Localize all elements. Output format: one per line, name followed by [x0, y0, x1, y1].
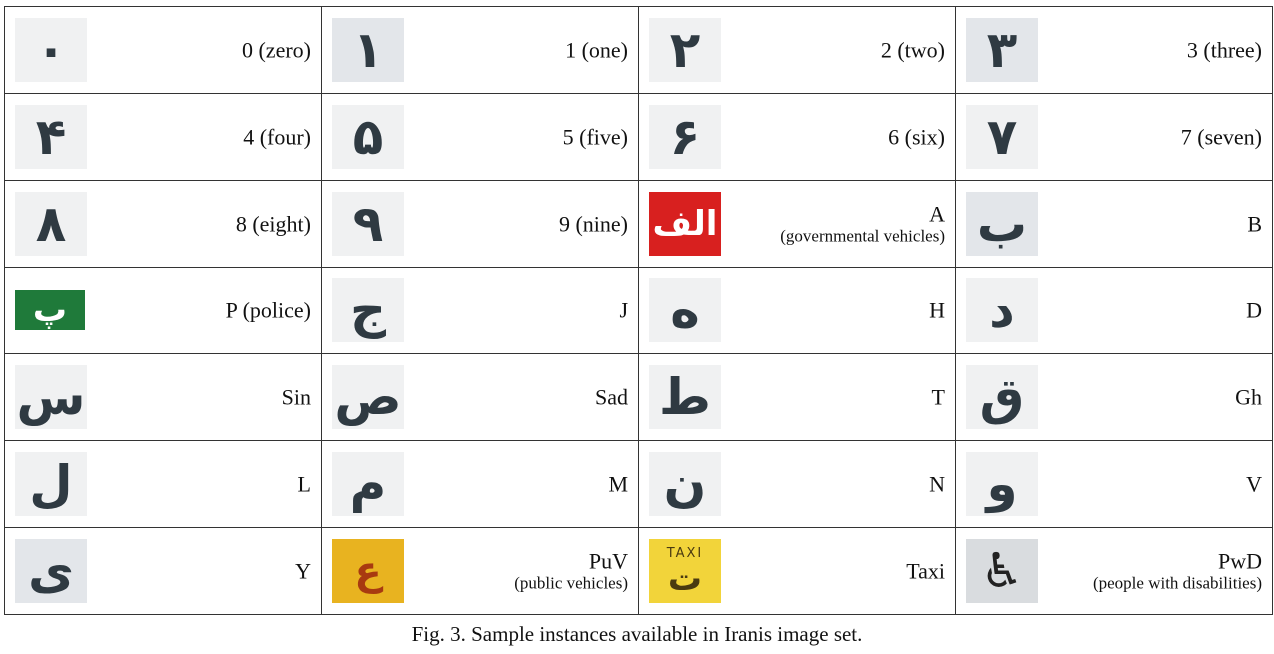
glyph-seven-image: ٧ — [966, 104, 1038, 169]
label-a-sub: (governmental vehicles) — [780, 226, 945, 246]
table-row: لL مM نN وV — [4, 440, 1273, 529]
table-row: پP (police) جJ هH دD — [4, 266, 1273, 355]
cell-a: الف A (governmental vehicles) — [638, 179, 956, 268]
label-p: P (police) — [225, 297, 311, 323]
cell-sin: س Sin — [4, 353, 322, 442]
glyph-four-image: ۴ — [15, 104, 87, 169]
table-row: ٨ 8 (eight) ٩ 9 (nine) الف A (governmental v… — [4, 179, 1273, 268]
cell-l: لL — [4, 440, 322, 529]
label-two: 2 (two) — [880, 37, 945, 63]
cell-y: یY — [4, 527, 322, 615]
cell-six: ۶ 6 (six) — [638, 92, 956, 181]
glyph-a-image: الف — [649, 191, 721, 256]
glyph-p-image: پ — [15, 290, 85, 331]
cell-three: ٣ 3 (three) — [955, 6, 1273, 94]
glyph-one-image: ١ — [332, 17, 404, 82]
label-n: N — [929, 471, 945, 497]
label-zero: 0 (zero) — [241, 37, 311, 63]
cell-v: وV — [955, 440, 1273, 529]
cell-d: دD — [955, 266, 1273, 355]
glyph-v-image: و — [966, 452, 1038, 517]
glyph-d-image: د — [966, 278, 1038, 343]
glyph-taxi-image: TAXI ت — [649, 539, 721, 604]
cell-one: ١ 1 (one) — [321, 6, 639, 94]
cell-h: هH — [638, 266, 956, 355]
cell-seven: ٧ 7 (seven) — [955, 92, 1273, 181]
glyph-m-image: م — [332, 452, 404, 517]
label-nine: 9 (nine) — [558, 210, 628, 236]
cell-m: مM — [321, 440, 639, 529]
cell-zero: ٠ 0 (zero) — [4, 6, 322, 94]
taxi-sign-text: TAXI — [666, 545, 704, 561]
glyph-y-image: ی — [15, 539, 87, 604]
glyph-j-image: ج — [332, 278, 404, 343]
cell-p: پ P (police) — [4, 266, 322, 355]
cell-two: ٢ 2 (two) — [638, 6, 956, 94]
figure-caption: Fig. 3. Sample instances available in Ir… — [411, 622, 863, 646]
label-b: B — [1247, 210, 1262, 236]
label-taxi: Taxi — [906, 558, 945, 584]
label-a: A — [929, 201, 945, 227]
glyph-five-image: ۵ — [332, 104, 404, 169]
glyph-gh-image: ق — [966, 365, 1038, 430]
label-sad: Sad — [595, 384, 628, 410]
glyph-six-image: ۶ — [649, 104, 721, 169]
cell-t: طT — [638, 353, 956, 442]
label-puv-sub: (public vehicles) — [514, 573, 628, 593]
glyph-sin-image: س — [15, 365, 87, 430]
glyph-h-image: ه — [649, 278, 721, 343]
cell-sad: ص Sad — [321, 353, 639, 442]
wheelchair-icon: ♿ — [966, 539, 1038, 604]
label-h: H — [929, 297, 945, 323]
cell-five: ۵ 5 (five) — [321, 92, 639, 181]
glyph-zero-image: ٠ — [15, 17, 87, 82]
label-eight: 8 (eight) — [235, 210, 311, 236]
label-gh: Gh — [1235, 384, 1262, 410]
label-sin: Sin — [281, 384, 311, 410]
label-puv: PuV — [588, 548, 628, 574]
label-v: V — [1246, 471, 1262, 497]
label-pwd-sub: (people with disabilities) — [1092, 573, 1262, 593]
label-pwd: PwD — [1217, 548, 1262, 574]
label-m: M — [608, 471, 628, 497]
cell-b: بB — [955, 179, 1273, 268]
glyph-eight-image: ٨ — [15, 191, 87, 256]
glyph-three-image: ٣ — [966, 17, 1038, 82]
table-row: ٠ 0 (zero) ١ 1 (one) ٢ 2 (two) ٣ 3 (three) — [4, 6, 1273, 94]
cell-j: جJ — [321, 266, 639, 355]
cell-pwd: ♿ PwD (people with disabilities) — [955, 527, 1273, 615]
label-seven: 7 (seven) — [1180, 124, 1262, 150]
label-six: 6 (six) — [888, 124, 945, 150]
cell-eight: ٨ 8 (eight) — [4, 179, 322, 268]
label-four: 4 (four) — [243, 124, 311, 150]
table-row: ۴ 4 (four) ۵ 5 (five) ۶ 6 (six) ٧ 7 (seven) — [4, 92, 1273, 181]
cell-n: نN — [638, 440, 956, 529]
glyph-puv-image: ع — [332, 539, 404, 604]
label-l: L — [297, 471, 311, 497]
label-one: 1 (one) — [565, 37, 628, 63]
glyph-nine-image: ٩ — [332, 191, 404, 256]
cell-puv: ع PuV (public vehicles) — [321, 527, 639, 615]
label-t: T — [931, 384, 945, 410]
cell-taxi: TAXI ت Taxi — [638, 527, 956, 615]
table-row: س Sin ص Sad طT ق Gh — [4, 353, 1273, 442]
label-five: 5 (five) — [562, 124, 628, 150]
table-row: یY ع PuV (public vehicles) TAXI ت Taxi ♿ PwD(… — [4, 527, 1273, 615]
label-d: D — [1246, 297, 1262, 323]
label-y: Y — [295, 558, 311, 584]
glyph-two-image: ٢ — [649, 17, 721, 82]
taxi-glyph: ت — [667, 558, 703, 599]
cell-four: ۴ 4 (four) — [4, 92, 322, 181]
sample-instances-table: ٠ 0 (zero) ١ 1 (one) ٢ 2 (two) ٣ 3 (three) ۴… — [4, 6, 1273, 615]
cell-nine: ٩ 9 (nine) — [321, 179, 639, 268]
glyph-sad-image: ص — [332, 365, 404, 430]
label-j: J — [619, 297, 628, 323]
glyph-b-image: ب — [966, 191, 1038, 256]
glyph-t-image: ط — [649, 365, 721, 430]
glyph-l-image: ل — [15, 452, 87, 517]
cell-gh: ق Gh — [955, 353, 1273, 442]
glyph-n-image: ن — [649, 452, 721, 517]
label-three: 3 (three) — [1186, 37, 1262, 63]
